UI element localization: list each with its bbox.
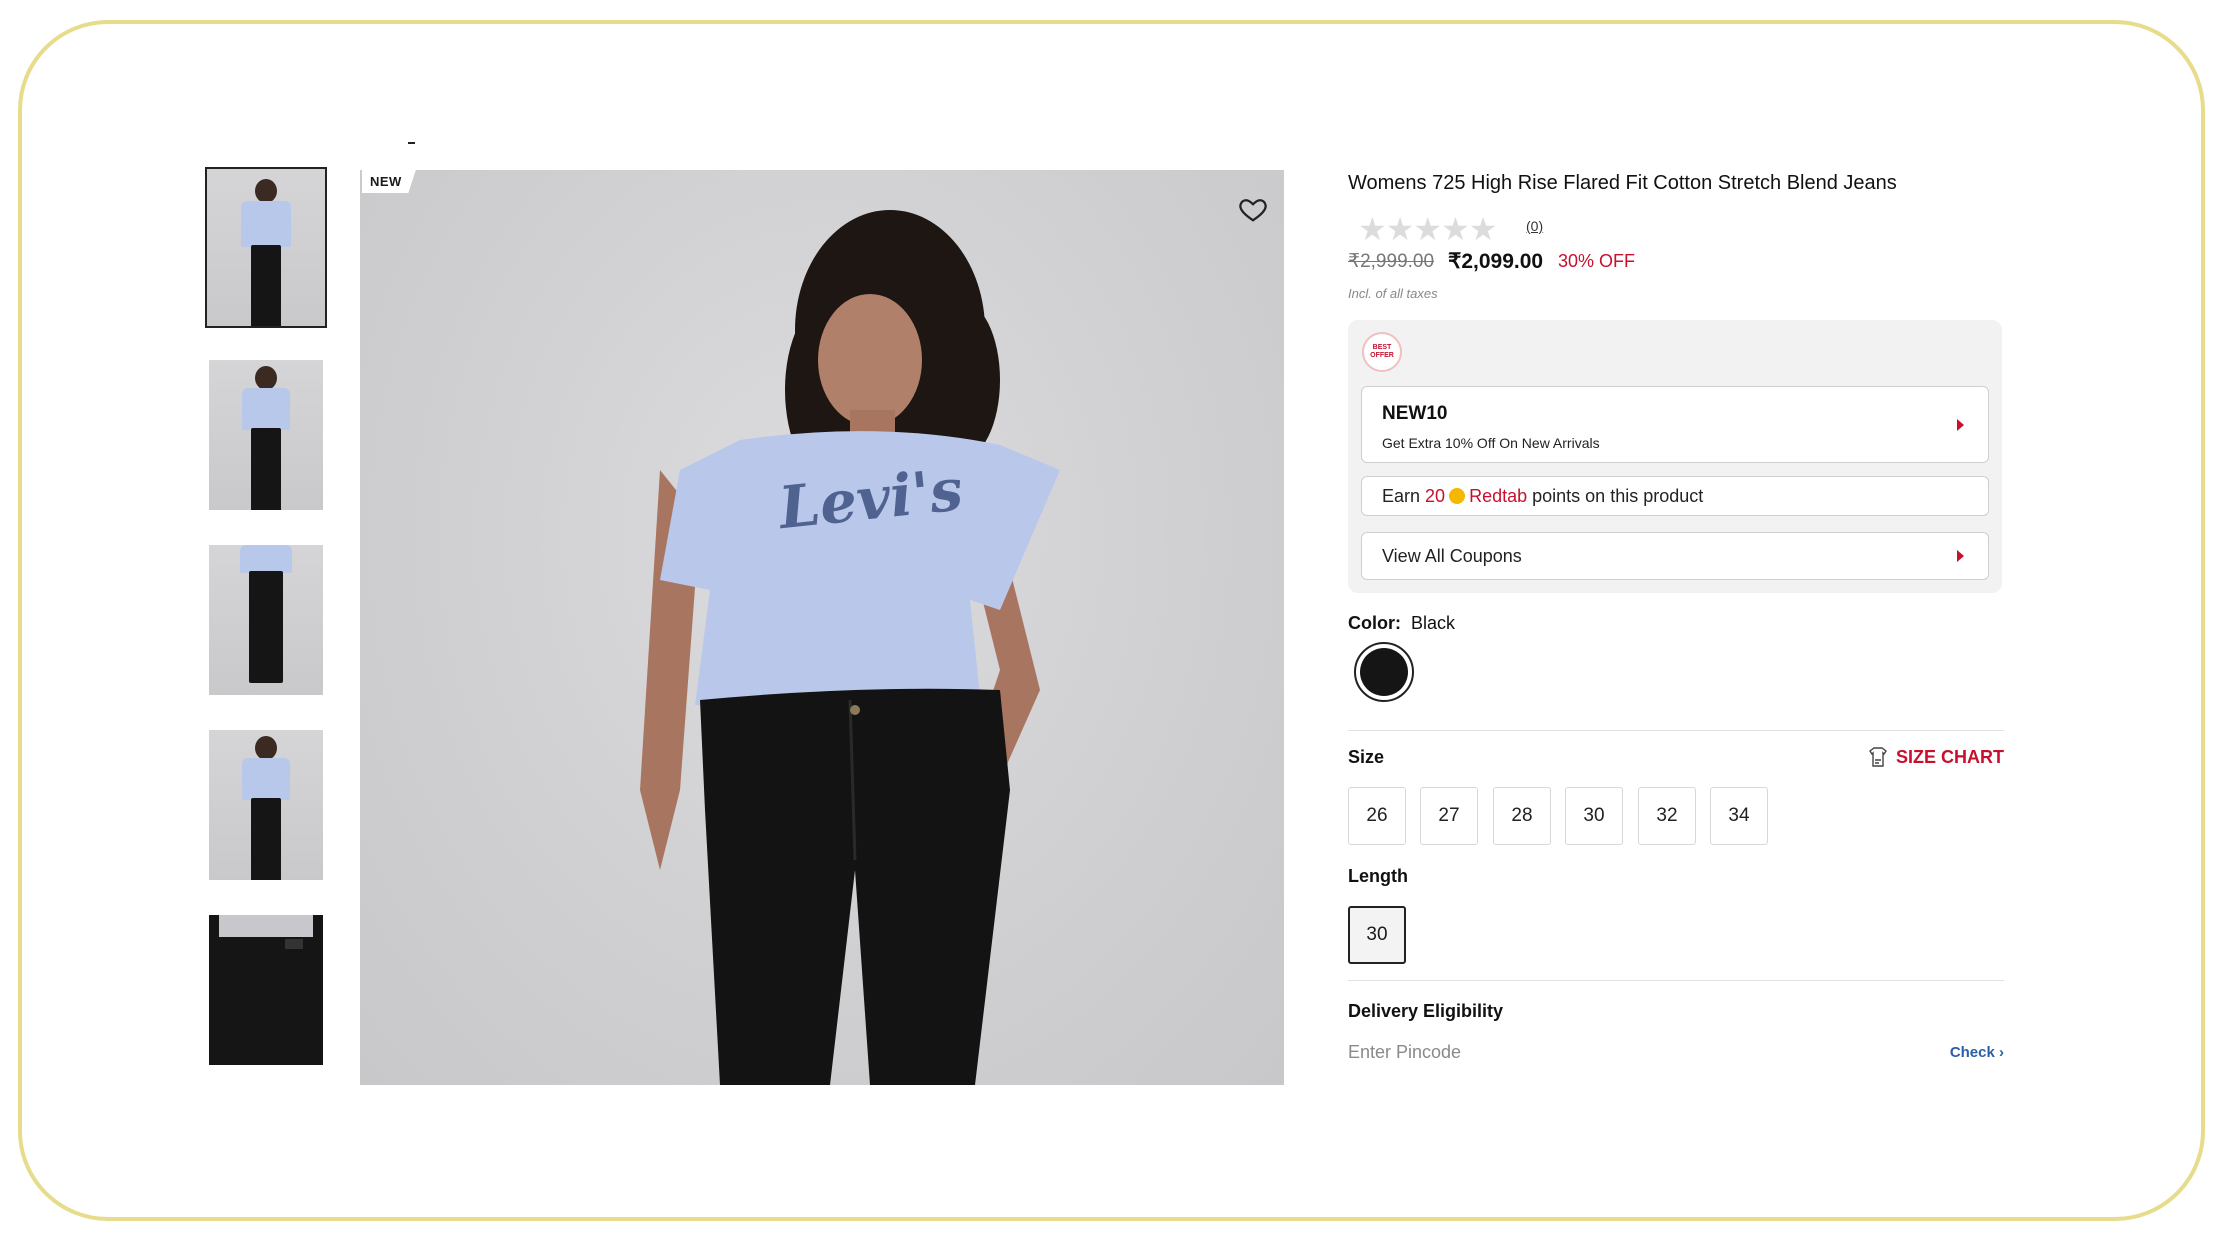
discount-label: 30% OFF bbox=[1558, 251, 1636, 271]
wishlist-heart-icon[interactable] bbox=[1238, 194, 1268, 224]
earn-points-text: Earn 20 Redtab points on this product bbox=[1382, 486, 1703, 507]
size-chart-link[interactable]: SIZE CHART bbox=[1866, 745, 2004, 769]
check-pincode-button[interactable]: Check › bbox=[1950, 1044, 2004, 1061]
thumbnail-5[interactable] bbox=[209, 915, 323, 1065]
view-all-coupons-button[interactable]: View All Coupons bbox=[1361, 532, 1989, 580]
length-option-selected[interactable]: 30 bbox=[1348, 906, 1406, 964]
coupon-description: Get Extra 10% Off On New Arrivals bbox=[1382, 435, 1600, 451]
color-label: Color: Black bbox=[1348, 613, 1455, 634]
delivery-label: Delivery Eligibility bbox=[1348, 1001, 1504, 1021]
coupon-card[interactable]: NEW10 Get Extra 10% Off On New Arrivals bbox=[1361, 386, 1989, 463]
offers-box: BEST OFFER NEW10 Get Extra 10% Off On Ne… bbox=[1348, 320, 2002, 593]
color-label-key: Color: bbox=[1348, 613, 1401, 633]
sale-price: ₹2,099.00 bbox=[1448, 250, 1544, 273]
model-illustration: Levi's bbox=[640, 210, 1060, 1085]
size-label: Size bbox=[1348, 747, 1385, 767]
pincode-input[interactable] bbox=[1348, 1042, 1908, 1063]
earn-prefix: Earn bbox=[1382, 486, 1421, 506]
size-option[interactable]: 26 bbox=[1348, 787, 1406, 845]
size-chart-label: SIZE CHART bbox=[1896, 746, 2004, 767]
tax-note: Incl. of all taxes bbox=[1348, 286, 1438, 301]
size-option[interactable]: 27 bbox=[1420, 787, 1478, 845]
color-selected-value: Black bbox=[1411, 613, 1456, 633]
thumbnail-1[interactable] bbox=[205, 167, 327, 328]
length-label: Length bbox=[1348, 866, 1408, 886]
redtab-brand: Redtab bbox=[1469, 486, 1528, 506]
size-option[interactable]: 32 bbox=[1638, 787, 1696, 845]
earn-suffix: points on this product bbox=[1532, 486, 1704, 506]
view-all-coupons-label: View All Coupons bbox=[1382, 546, 1522, 566]
chevron-right-icon bbox=[1957, 550, 1964, 562]
size-option[interactable]: 34 bbox=[1710, 787, 1768, 845]
rating-stars: ★★★★★ bbox=[1358, 211, 1497, 247]
product-title: Womens 725 High Rise Flared Fit Cotton S… bbox=[1348, 172, 1897, 194]
size-option[interactable]: 30 bbox=[1565, 787, 1623, 845]
rating-count-link[interactable]: (0) bbox=[1526, 218, 1543, 234]
thumbnail-3[interactable] bbox=[209, 545, 323, 695]
chevron-right-icon bbox=[1957, 418, 1964, 431]
size-option[interactable]: 28 bbox=[1493, 787, 1551, 845]
redtab-points-card: Earn 20 Redtab points on this product bbox=[1361, 476, 1989, 516]
coin-icon bbox=[1449, 488, 1466, 504]
size-chart-icon bbox=[1869, 747, 1887, 767]
divider bbox=[1348, 730, 2004, 731]
separator-mark bbox=[408, 142, 415, 144]
color-swatch-black[interactable] bbox=[1354, 642, 1414, 702]
thumbnail-2[interactable] bbox=[209, 360, 323, 510]
coupon-code: NEW10 bbox=[1382, 403, 1448, 424]
main-product-image[interactable]: Levi's NEW bbox=[360, 170, 1284, 1085]
mrp-price: ₹2,999.00 bbox=[1348, 251, 1435, 272]
best-offer-badge-icon: BEST OFFER bbox=[1362, 332, 1402, 372]
thumbnail-4[interactable] bbox=[209, 730, 323, 880]
new-badge: NEW bbox=[362, 170, 416, 193]
earn-points-value: 20 bbox=[1425, 486, 1446, 506]
divider bbox=[1348, 980, 2004, 981]
